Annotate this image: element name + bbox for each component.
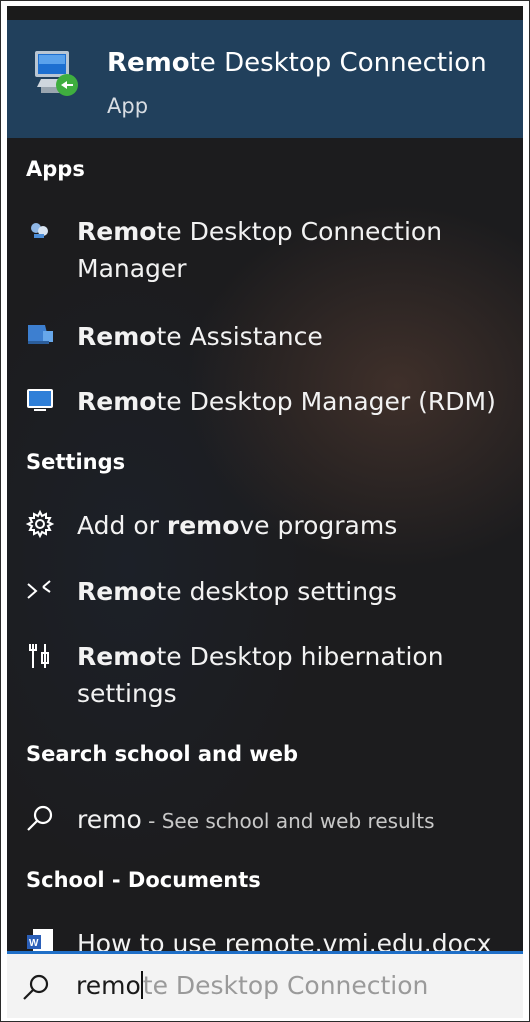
remote-desktop-settings-icon bbox=[27, 580, 51, 599]
app-item-label: Remote Assistance bbox=[77, 318, 323, 355]
start-menu-search: Remote Desktop Connection App Apps Remot… bbox=[0, 0, 530, 1022]
search-results-panel: Remote Desktop Connection App Apps Remot… bbox=[7, 6, 523, 951]
svg-text:W: W bbox=[29, 938, 39, 949]
label-rest: te Desktop hibernation bbox=[156, 642, 444, 671]
remote-desktop-connection-icon bbox=[35, 51, 78, 96]
search-icon bbox=[27, 805, 53, 831]
search-typed-text: remo bbox=[76, 971, 141, 1000]
section-header-docs: School - Documents bbox=[26, 868, 261, 892]
web-hint: - See school and web results bbox=[141, 809, 435, 833]
best-match-title-rest: te Desktop Connection bbox=[189, 48, 487, 78]
search-icon bbox=[23, 974, 49, 1000]
settings-item-label: Remote Desktop hibernation settings bbox=[77, 638, 444, 712]
doc-item[interactable]: W How to use remote.vmi.edu.docx bbox=[7, 922, 523, 951]
gear-icon bbox=[25, 509, 55, 539]
label-bold: Remo bbox=[77, 387, 157, 416]
best-match-type: App bbox=[107, 94, 149, 118]
label-rest: te desktop settings bbox=[156, 577, 397, 606]
label-bold: Remo bbox=[77, 642, 157, 671]
rdc-manager-icon bbox=[31, 223, 48, 238]
settings-item-hibernation[interactable]: Remote Desktop hibernation settings bbox=[7, 636, 523, 720]
app-item-label: Remote Desktop Connection Manager bbox=[77, 213, 442, 287]
section-header-web: Search school and web bbox=[26, 742, 299, 766]
label-rest: te Assistance bbox=[156, 322, 323, 351]
section-header-settings: Settings bbox=[26, 450, 126, 474]
settings-item-add-remove-programs[interactable]: Add or remove programs bbox=[7, 504, 523, 546]
tools-icon bbox=[29, 644, 49, 668]
best-match-remote-desktop-connection[interactable]: Remote Desktop Connection App bbox=[7, 20, 523, 138]
label-line2: Manager bbox=[77, 254, 187, 283]
remote-assistance-icon bbox=[28, 325, 53, 344]
label-bold: remo bbox=[166, 511, 240, 540]
label-rest: te Desktop Connection bbox=[156, 217, 443, 246]
web-search-label: remo - See school and web results bbox=[77, 801, 435, 840]
label-bold: Remo bbox=[77, 322, 157, 351]
app-item-remote-assistance[interactable]: Remote Assistance bbox=[7, 315, 523, 357]
label-bold: Remo bbox=[77, 577, 157, 606]
section-header-apps: Apps bbox=[26, 157, 85, 181]
label-pre: Add or bbox=[77, 511, 167, 540]
search-input[interactable]: remote Desktop Connection bbox=[76, 971, 428, 1000]
app-item-label: Remote Desktop Manager (RDM) bbox=[77, 383, 496, 420]
label-rest: te Desktop Manager (RDM) bbox=[156, 387, 496, 416]
search-box[interactable]: remote Desktop Connection bbox=[7, 951, 523, 1018]
settings-item-label: Add or remove programs bbox=[77, 507, 397, 544]
doc-item-label: How to use remote.vmi.edu.docx bbox=[77, 929, 492, 951]
settings-item-label: Remote desktop settings bbox=[77, 573, 397, 610]
web-query: remo bbox=[77, 805, 142, 834]
label-rest: ve programs bbox=[239, 511, 398, 540]
label-line2: settings bbox=[77, 679, 177, 708]
search-autocomplete: te Desktop Connection bbox=[142, 971, 429, 1000]
top-strip bbox=[7, 6, 523, 20]
remote-desktop-manager-icon bbox=[27, 389, 53, 411]
word-document-icon: W bbox=[27, 929, 53, 951]
label-bold: Remo bbox=[77, 217, 157, 246]
settings-item-remote-desktop-settings[interactable]: Remote desktop settings bbox=[7, 570, 523, 612]
app-item-rdm[interactable]: Remote Desktop Manager (RDM) bbox=[7, 380, 523, 422]
app-item-rdc-manager[interactable]: Remote Desktop Connection Manager bbox=[7, 211, 523, 295]
best-match-title-bold: Remo bbox=[107, 48, 190, 78]
web-search-item[interactable]: remo - See school and web results bbox=[7, 798, 523, 840]
best-match-title: Remote Desktop Connection bbox=[107, 48, 487, 78]
